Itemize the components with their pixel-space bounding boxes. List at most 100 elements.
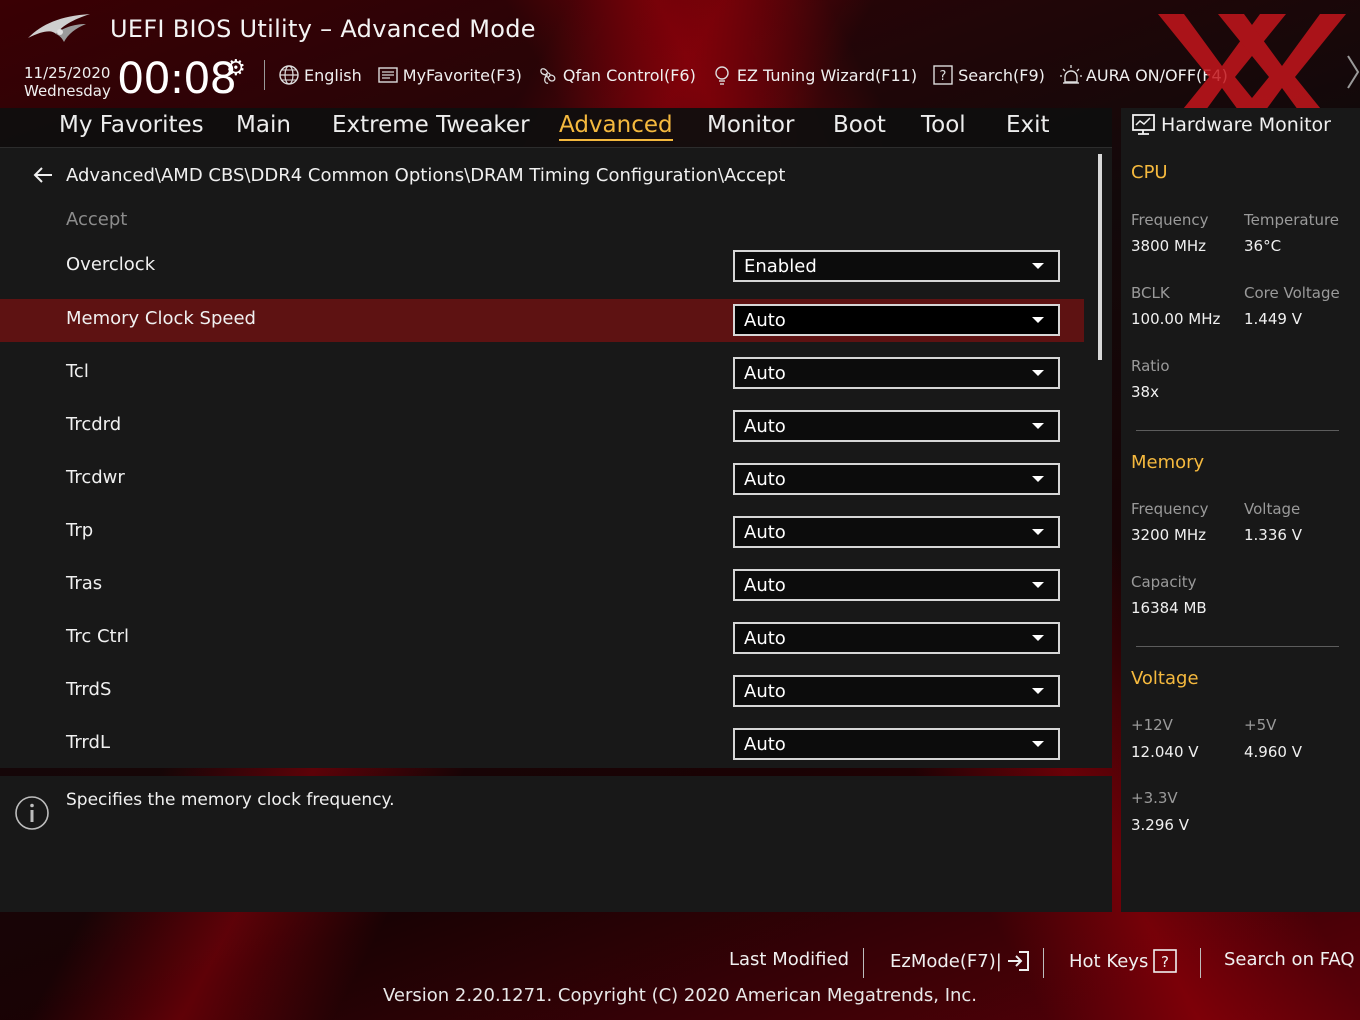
hardware-monitor-title-row: Hardware Monitor xyxy=(1131,113,1331,137)
back-arrow-icon[interactable] xyxy=(32,164,54,186)
setting-label: Trp xyxy=(66,520,94,541)
aura-light-icon xyxy=(1059,64,1082,86)
footer-links: Last Modified EzMode(F7)| Hot Keys ? Sea… xyxy=(0,944,1360,978)
section-label: Accept xyxy=(66,209,128,230)
setting-row-trrds[interactable]: TrrdS Auto xyxy=(0,670,1084,713)
setting-row-trp[interactable]: Trp Auto xyxy=(0,511,1084,554)
footer-separator xyxy=(863,948,864,978)
info-icon xyxy=(15,796,49,830)
setting-row-trc-ctrl[interactable]: Trc Ctrl Auto xyxy=(0,617,1084,660)
voltage-heading: Voltage xyxy=(1131,668,1199,689)
breadcrumb-path: Advanced\AMD CBS\DDR4 Common Options\DRA… xyxy=(66,164,786,186)
memory-clock-speed-dropdown[interactable]: Auto xyxy=(733,304,1060,336)
language-button[interactable]: English xyxy=(278,64,362,86)
setting-row-memory-clock-speed[interactable]: Memory Clock Speed Auto xyxy=(0,299,1084,342)
tab-exit[interactable]: Exit xyxy=(1006,112,1050,138)
settings-scrollbar[interactable] xyxy=(1098,154,1102,360)
dropdown-value: Auto xyxy=(744,734,786,755)
dropdown-value: Auto xyxy=(744,416,786,437)
hardware-monitor-title: Hardware Monitor xyxy=(1161,114,1331,136)
rog-logo-icon xyxy=(28,14,90,42)
last-modified-button[interactable]: Last Modified xyxy=(729,949,849,970)
cpu-heading: CPU xyxy=(1131,162,1168,183)
cpu-frequency-value: 3800 MHz xyxy=(1131,237,1207,255)
scroll-right-arrow-icon[interactable] xyxy=(1344,52,1360,92)
caret-down-icon xyxy=(1032,370,1044,376)
tcl-dropdown[interactable]: Auto xyxy=(733,357,1060,389)
caret-down-icon xyxy=(1032,423,1044,429)
app-title: UEFI BIOS Utility – Advanced Mode xyxy=(110,15,536,43)
v12-label: +12V xyxy=(1131,716,1173,734)
myfavorite-button[interactable]: MyFavorite(F3) xyxy=(377,64,522,86)
tab-boot[interactable]: Boot xyxy=(833,112,886,138)
caret-down-icon xyxy=(1032,317,1044,323)
trc-ctrl-dropdown[interactable]: Auto xyxy=(733,622,1060,654)
help-text: Specifies the memory clock frequency. xyxy=(66,790,395,810)
trrds-dropdown[interactable]: Auto xyxy=(733,675,1060,707)
svg-text:?: ? xyxy=(1161,953,1169,971)
myfavorite-label: MyFavorite(F3) xyxy=(402,65,522,85)
date-block: 11/25/2020 Wednesday xyxy=(24,64,111,100)
qfan-control-button[interactable]: Qfan Control(F6) xyxy=(537,64,696,86)
fan-icon xyxy=(537,64,559,86)
overclock-dropdown[interactable]: Enabled xyxy=(733,250,1060,282)
search-on-faq-button[interactable]: Search on FAQ xyxy=(1224,949,1355,970)
setting-row-trcdwr[interactable]: Trcdwr Auto xyxy=(0,458,1084,501)
setting-label: Trcdwr xyxy=(66,467,125,488)
dropdown-value: Auto xyxy=(744,575,786,596)
tab-main[interactable]: Main xyxy=(236,112,291,138)
core-voltage-label: Core Voltage xyxy=(1244,284,1340,302)
tras-dropdown[interactable]: Auto xyxy=(733,569,1060,601)
v5-value: 4.960 V xyxy=(1244,743,1302,761)
favorite-list-icon xyxy=(377,64,399,86)
memory-frequency-label: Frequency xyxy=(1131,500,1209,518)
core-voltage-value: 1.449 V xyxy=(1244,310,1302,328)
cpu-temperature-value: 36°C xyxy=(1244,237,1282,255)
language-label: English xyxy=(304,65,362,85)
caret-down-icon xyxy=(1032,741,1044,747)
tab-monitor[interactable]: Monitor xyxy=(707,112,794,138)
exit-to-ezmode-icon xyxy=(1007,951,1029,971)
setting-label: Overclock xyxy=(66,254,156,275)
setting-row-tcl[interactable]: Tcl Auto xyxy=(0,352,1084,395)
cpu-frequency-label: Frequency xyxy=(1131,211,1209,229)
search-button[interactable]: ? Search(F9) xyxy=(932,64,1045,86)
setting-row-trrdl[interactable]: TrrdL Auto xyxy=(0,723,1084,766)
qfan-control-label: Qfan Control(F6) xyxy=(562,65,696,85)
ez-tuning-wizard-button[interactable]: EZ Tuning Wizard(F11) xyxy=(711,64,917,86)
trrdl-dropdown[interactable]: Auto xyxy=(733,728,1060,760)
hardware-monitor-panel: Hardware Monitor CPU Frequency Temperatu… xyxy=(1121,108,1360,912)
hw-divider xyxy=(1136,430,1339,431)
memory-frequency-value: 3200 MHz xyxy=(1131,526,1207,544)
tab-advanced[interactable]: Advanced xyxy=(559,112,673,141)
trcdwr-dropdown[interactable]: Auto xyxy=(733,463,1060,495)
setting-row-overclock[interactable]: Overclock Enabled xyxy=(0,245,1084,288)
ezmode-button[interactable]: EzMode(F7)| xyxy=(890,949,1032,973)
main-nav: My Favorites Main Extreme Tweaker Advanc… xyxy=(0,108,1112,148)
clock-settings-gear-icon[interactable]: ⚙ xyxy=(226,56,246,81)
search-label: Search(F9) xyxy=(958,65,1045,85)
ez-tuning-wizard-label: EZ Tuning Wizard(F11) xyxy=(736,65,918,85)
clock-time: 00:08 xyxy=(117,54,237,104)
tab-my-favorites[interactable]: My Favorites xyxy=(59,112,204,138)
dropdown-value: Auto xyxy=(744,628,786,649)
setting-row-trcdrd[interactable]: Trcdrd Auto xyxy=(0,405,1084,448)
bclk-label: BCLK xyxy=(1131,284,1170,302)
ezmode-label: EzMode(F7)| xyxy=(890,950,1002,972)
search-on-faq-label: Search on FAQ xyxy=(1224,949,1355,970)
setting-label: Tcl xyxy=(66,361,89,382)
svg-text:?: ? xyxy=(940,69,947,84)
caret-down-icon xyxy=(1032,529,1044,535)
setting-row-tras[interactable]: Tras Auto xyxy=(0,564,1084,607)
hot-keys-label: Hot Keys xyxy=(1069,950,1149,972)
dropdown-value: Auto xyxy=(744,363,786,384)
capacity-value: 16384 MB xyxy=(1131,599,1207,617)
hw-divider xyxy=(1136,646,1339,647)
header-separator xyxy=(264,60,265,90)
trcdrd-dropdown[interactable]: Auto xyxy=(733,410,1060,442)
tab-tool[interactable]: Tool xyxy=(921,112,966,138)
dropdown-value: Auto xyxy=(744,681,786,702)
tab-extreme-tweaker[interactable]: Extreme Tweaker xyxy=(332,112,530,138)
trp-dropdown[interactable]: Auto xyxy=(733,516,1060,548)
hot-keys-button[interactable]: Hot Keys ? xyxy=(1069,949,1178,973)
